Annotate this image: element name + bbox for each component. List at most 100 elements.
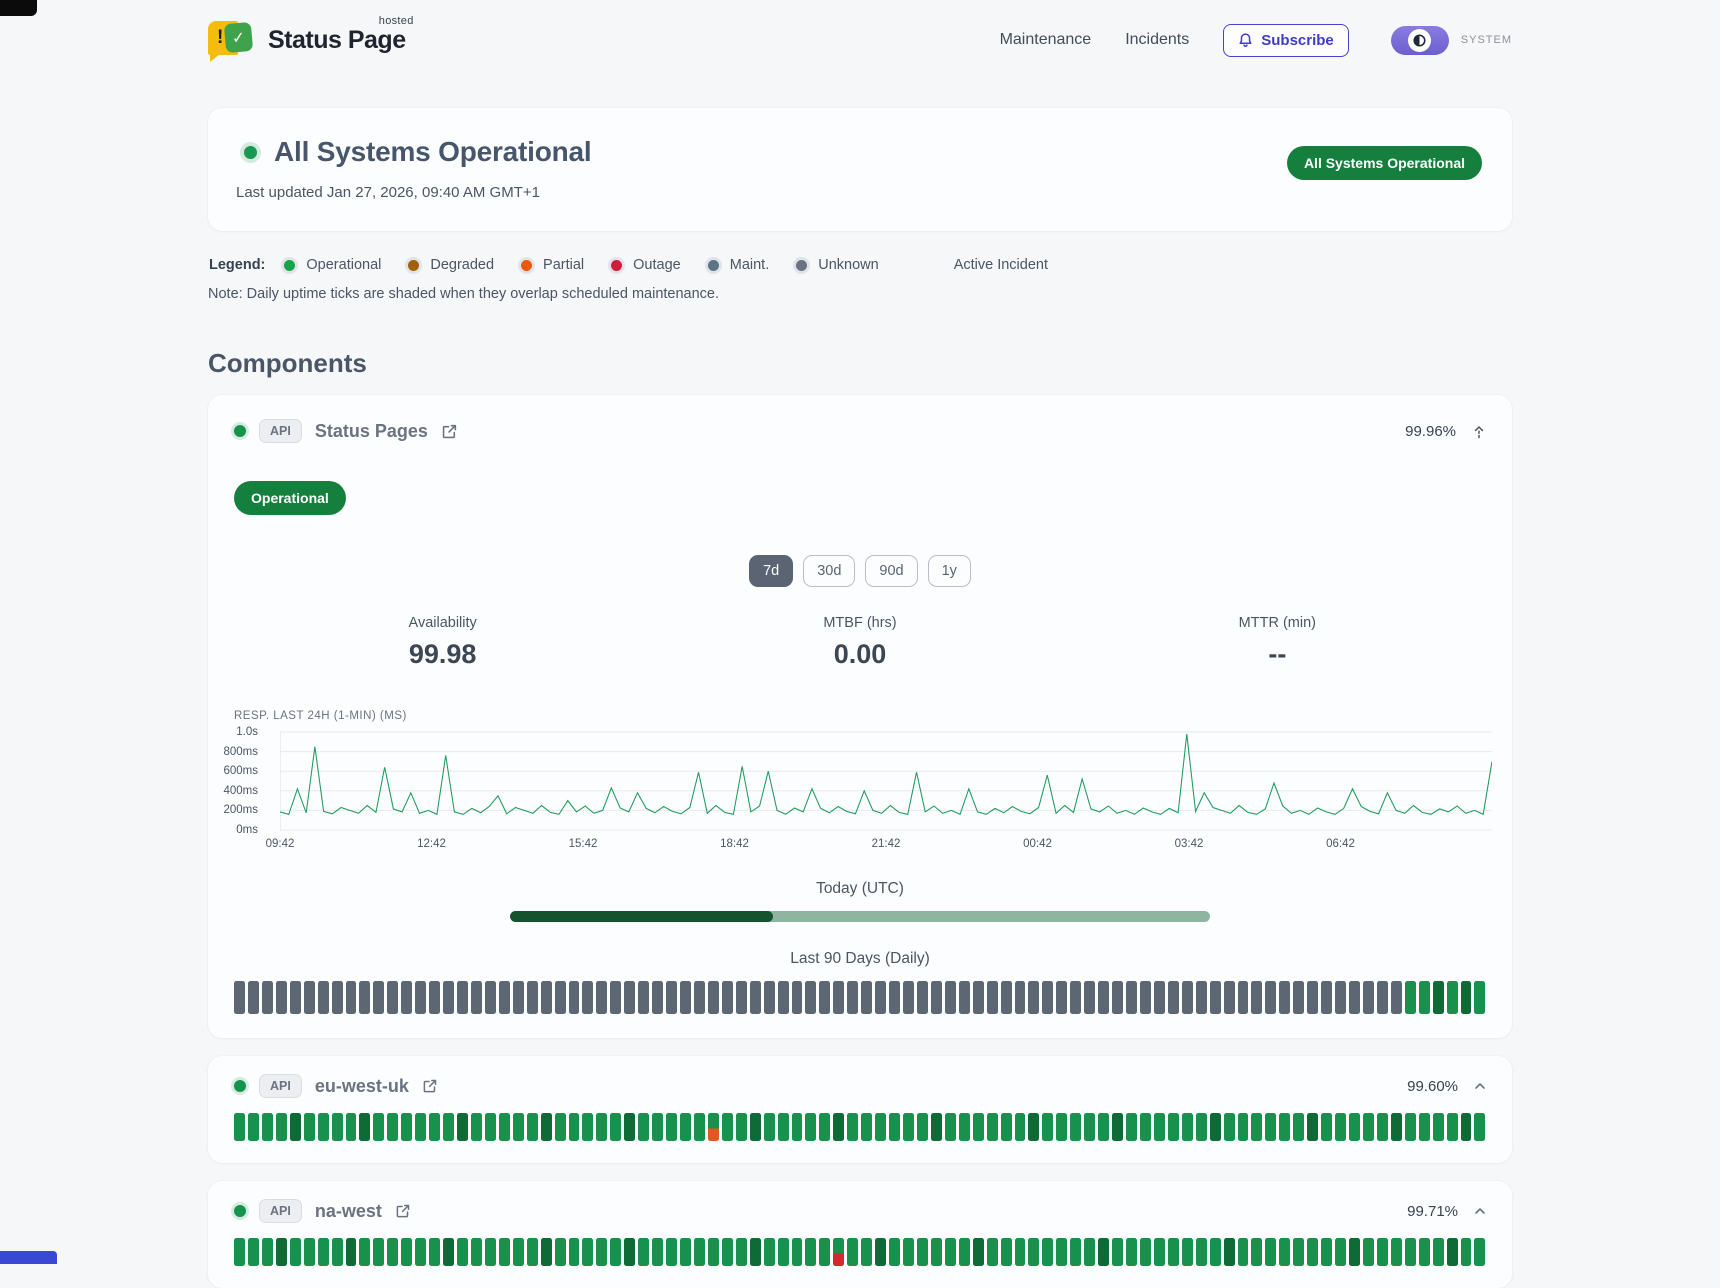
collapse-arrow-icon[interactable] [1472, 424, 1486, 439]
uptime-tick[interactable] [680, 981, 691, 1014]
uptime-tick[interactable] [792, 1113, 803, 1141]
uptime-tick[interactable] [373, 1238, 384, 1266]
uptime-tick[interactable] [1474, 1238, 1485, 1266]
external-link-icon[interactable] [422, 1078, 438, 1094]
uptime-tick[interactable] [973, 981, 984, 1014]
uptime-tick[interactable] [652, 981, 663, 1014]
uptime-tick[interactable] [610, 1113, 621, 1141]
uptime-tick[interactable] [1307, 1113, 1318, 1141]
uptime-tick[interactable] [401, 1113, 412, 1141]
uptime-tick[interactable] [1433, 1238, 1444, 1266]
uptime-tick[interactable] [1265, 1113, 1276, 1141]
uptime-tick[interactable] [1140, 1238, 1151, 1266]
uptime-tick[interactable] [346, 1113, 357, 1141]
uptime-tick[interactable] [1238, 981, 1249, 1014]
uptime-tick[interactable] [708, 981, 719, 1014]
uptime-tick[interactable] [1154, 1238, 1165, 1266]
uptime-tick[interactable] [276, 1238, 287, 1266]
uptime-tick[interactable] [1265, 981, 1276, 1014]
uptime-tick[interactable] [569, 981, 580, 1014]
uptime-tick[interactable] [833, 981, 844, 1014]
range-button-1y[interactable]: 1y [928, 555, 971, 587]
uptime-tick[interactable] [499, 981, 510, 1014]
uptime-tick[interactable] [1112, 1238, 1123, 1266]
uptime-tick[interactable] [332, 1238, 343, 1266]
uptime-tick[interactable] [750, 1238, 761, 1266]
uptime-tick[interactable] [1001, 981, 1012, 1014]
uptime-tick[interactable] [1349, 981, 1360, 1014]
uptime-tick[interactable] [513, 1113, 524, 1141]
uptime-tick[interactable] [471, 1238, 482, 1266]
uptime-tick[interactable] [847, 1238, 858, 1266]
uptime-tick[interactable] [1474, 981, 1485, 1014]
uptime-tick[interactable] [903, 1113, 914, 1141]
chevron-up-icon[interactable] [1474, 1082, 1486, 1090]
uptime-tick[interactable] [1391, 1113, 1402, 1141]
uptime-tick[interactable] [415, 1113, 426, 1141]
uptime-tick[interactable] [332, 981, 343, 1014]
uptime-tick[interactable] [1251, 1238, 1262, 1266]
uptime-tick[interactable] [1182, 1238, 1193, 1266]
uptime-tick[interactable] [555, 981, 566, 1014]
uptime-tick[interactable] [234, 1113, 245, 1141]
uptime-tick[interactable] [387, 981, 398, 1014]
uptime-tick[interactable] [387, 1238, 398, 1266]
uptime-tick[interactable] [1419, 981, 1430, 1014]
uptime-tick[interactable] [764, 1238, 775, 1266]
uptime-tick[interactable] [1126, 1113, 1137, 1141]
uptime-tick[interactable] [736, 1113, 747, 1141]
uptime-tick[interactable] [1279, 981, 1290, 1014]
uptime-tick[interactable] [1238, 1113, 1249, 1141]
uptime-tick[interactable] [1098, 981, 1109, 1014]
uptime-tick[interactable] [1070, 1113, 1081, 1141]
uptime-tick[interactable] [1126, 981, 1137, 1014]
uptime-tick[interactable] [318, 1113, 329, 1141]
uptime-tick[interactable] [1279, 1238, 1290, 1266]
uptime-tick[interactable] [805, 1113, 816, 1141]
uptime-tick[interactable] [1084, 1113, 1095, 1141]
uptime-tick[interactable] [1474, 1113, 1485, 1141]
uptime-tick[interactable] [1279, 1113, 1290, 1141]
logo[interactable]: ! ✓ Status Page hosted [208, 19, 406, 61]
uptime-tick[interactable] [1335, 1238, 1346, 1266]
uptime-tick[interactable] [304, 981, 315, 1014]
uptime-tick[interactable] [262, 1238, 273, 1266]
uptime-tick[interactable] [1168, 981, 1179, 1014]
uptime-tick[interactable] [248, 981, 259, 1014]
uptime-tick[interactable] [1419, 1113, 1430, 1141]
uptime-tick[interactable] [596, 1238, 607, 1266]
uptime-tick[interactable] [290, 981, 301, 1014]
uptime-tick[interactable] [1363, 981, 1374, 1014]
uptime-tick[interactable] [1056, 1238, 1067, 1266]
uptime-tick[interactable] [359, 981, 370, 1014]
uptime-tick[interactable] [708, 1238, 719, 1266]
uptime-tick[interactable] [1349, 1113, 1360, 1141]
uptime-tick[interactable] [248, 1238, 259, 1266]
uptime-tick[interactable] [1042, 1113, 1053, 1141]
uptime-tick[interactable] [917, 1238, 928, 1266]
uptime-tick[interactable] [750, 981, 761, 1014]
uptime-tick[interactable] [429, 1113, 440, 1141]
uptime-tick[interactable] [652, 1238, 663, 1266]
uptime-tick[interactable] [764, 981, 775, 1014]
uptime-tick[interactable] [443, 1113, 454, 1141]
uptime-tick[interactable] [429, 981, 440, 1014]
uptime-tick[interactable] [290, 1113, 301, 1141]
uptime-tick[interactable] [541, 981, 552, 1014]
uptime-tick[interactable] [847, 1113, 858, 1141]
uptime-tick[interactable] [875, 1238, 886, 1266]
uptime-tick[interactable] [931, 981, 942, 1014]
uptime-tick[interactable] [638, 1113, 649, 1141]
uptime-tick[interactable] [485, 1113, 496, 1141]
uptime-tick[interactable] [373, 981, 384, 1014]
uptime-tick[interactable] [1015, 981, 1026, 1014]
uptime-tick[interactable] [875, 1113, 886, 1141]
uptime-tick[interactable] [1168, 1113, 1179, 1141]
uptime-tick[interactable] [847, 981, 858, 1014]
uptime-tick[interactable] [1112, 1113, 1123, 1141]
uptime-tick[interactable] [1293, 1238, 1304, 1266]
uptime-tick[interactable] [1070, 1238, 1081, 1266]
uptime-tick[interactable] [443, 1238, 454, 1266]
uptime-tick[interactable] [1001, 1238, 1012, 1266]
uptime-tick[interactable] [234, 1238, 245, 1266]
